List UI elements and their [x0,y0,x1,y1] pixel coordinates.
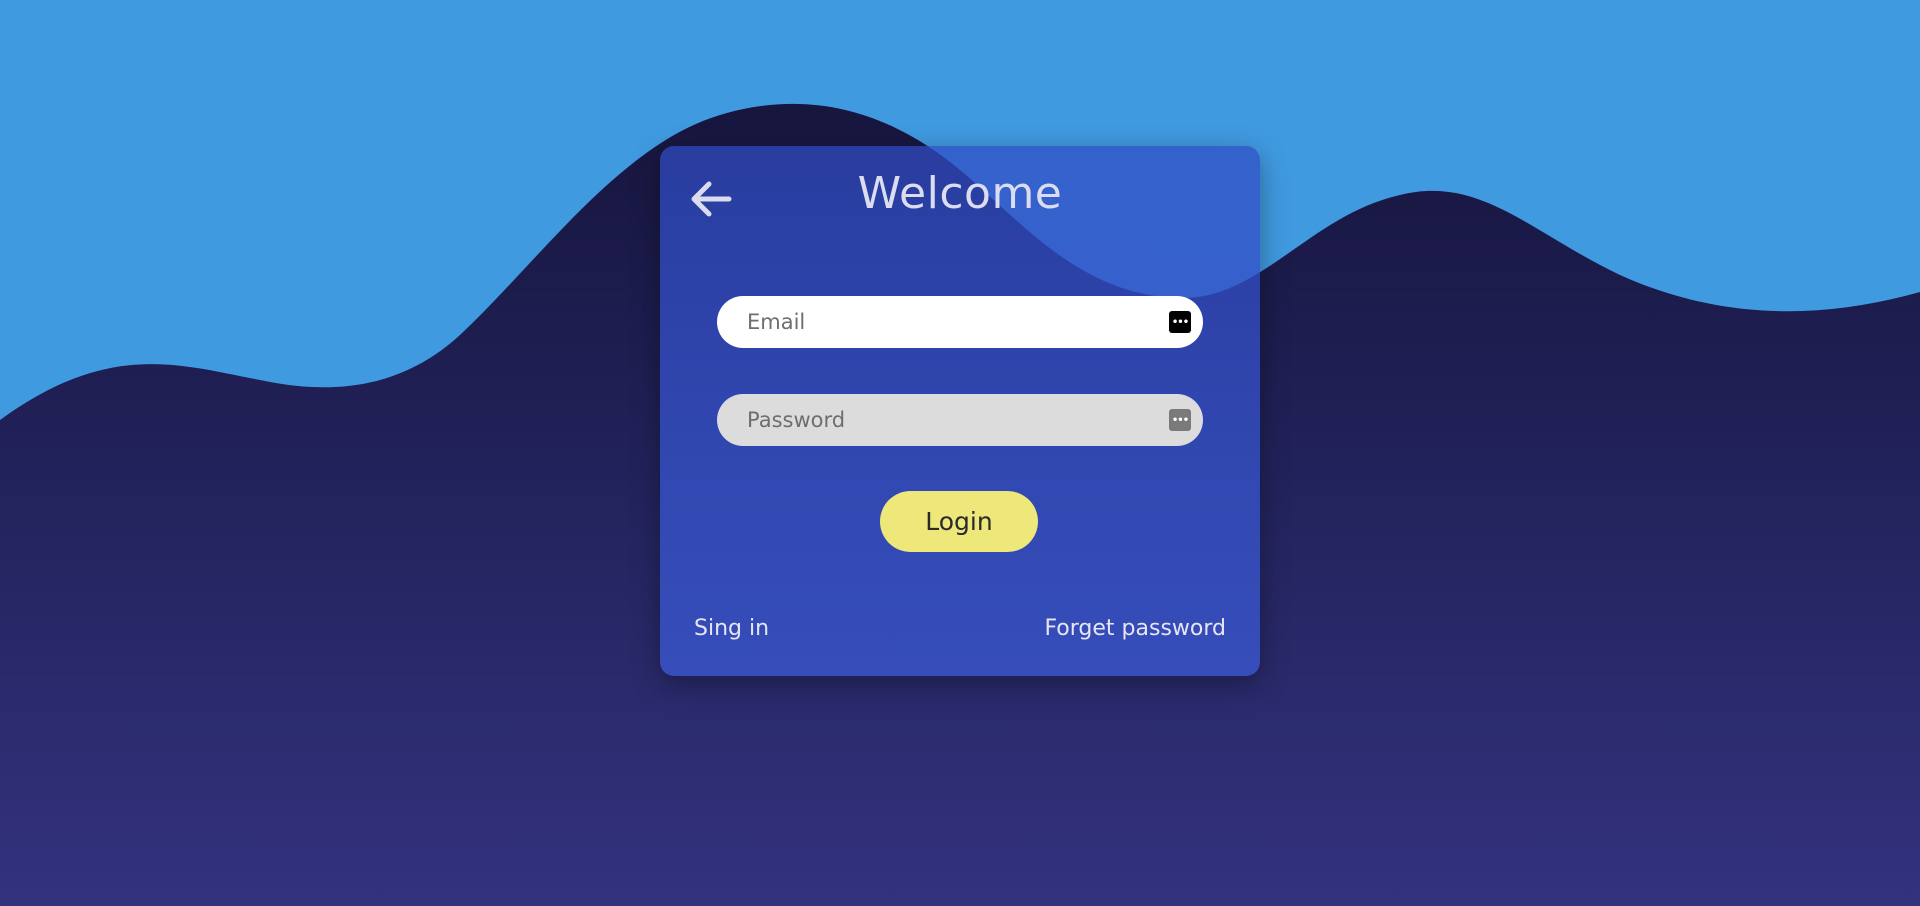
sign-in-link[interactable]: Sing in [694,616,769,641]
login-page: Welcome ••• ••• Login Sing in Forget pas… [0,0,1920,906]
password-manager-key-icon[interactable]: ••• [1169,311,1191,333]
login-card: Welcome ••• ••• Login Sing in Forget pas… [660,146,1260,676]
email-input[interactable] [747,310,1169,334]
page-title: Welcome [857,168,1063,219]
password-manager-key-icon[interactable]: ••• [1169,409,1191,431]
forget-password-link[interactable]: Forget password [1044,616,1226,641]
login-button[interactable]: Login [880,491,1038,552]
email-field[interactable]: ••• [717,296,1203,348]
password-field[interactable]: ••• [717,394,1203,446]
password-input[interactable] [747,408,1169,432]
